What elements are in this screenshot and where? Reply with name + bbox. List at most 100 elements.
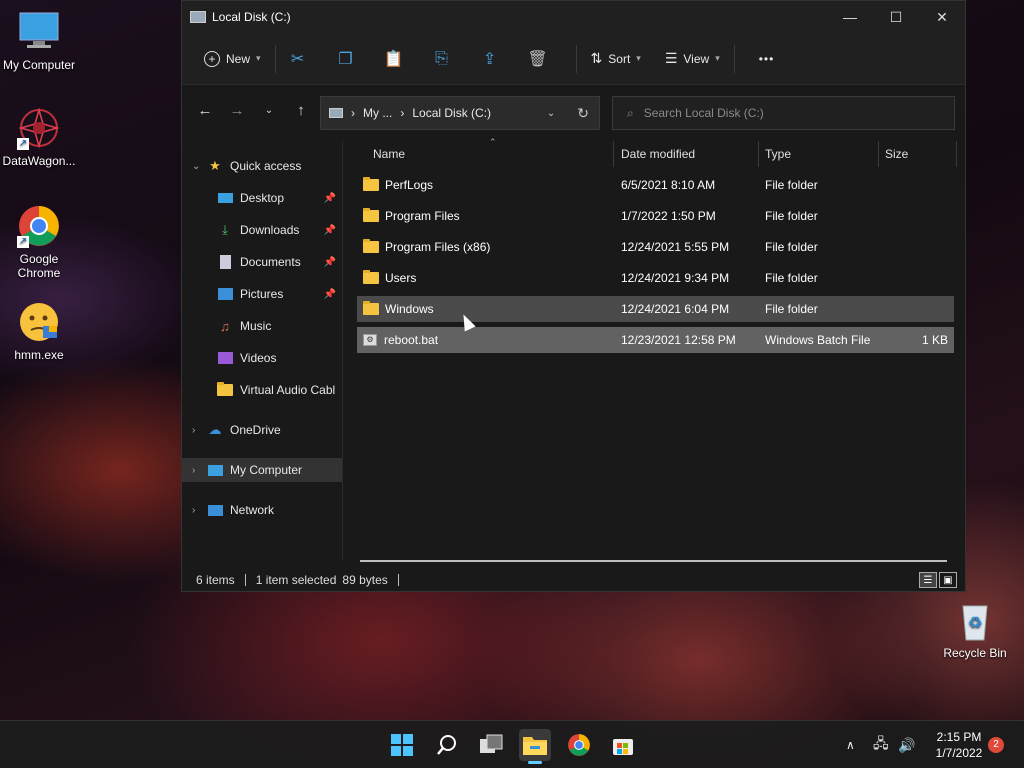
- clock-time: 2:15 PM: [936, 730, 982, 744]
- volume-icon[interactable]: 🔊: [898, 737, 915, 754]
- selection-count: 1 item selected: [255, 573, 337, 587]
- start-button-icon[interactable]: [386, 729, 418, 761]
- clock[interactable]: 2:15 PM 1/7/2022: [924, 729, 994, 761]
- sidebar-item-label: My Computer: [230, 463, 303, 477]
- file-explorer-taskbar-icon[interactable]: [519, 729, 551, 764]
- column-header-date-modified[interactable]: Date modified: [614, 141, 759, 167]
- file-row-windows[interactable]: Windows 12/24/2021 6:04 PM File folder: [357, 296, 954, 322]
- more-options-button[interactable]: •••: [751, 43, 783, 75]
- sidebar-item-label: Desktop: [240, 191, 285, 205]
- file-row-program-files-x86[interactable]: Program Files (x86) 12/24/2021 5:55 PM F…: [357, 234, 954, 260]
- chrome-taskbar-icon[interactable]: [563, 729, 595, 761]
- new-button[interactable]: + New ▾: [196, 43, 269, 75]
- task-view-icon[interactable]: [475, 729, 507, 761]
- close-button[interactable]: ✕: [919, 1, 965, 33]
- desktop-icon-label: DataWagon...: [2, 154, 76, 168]
- sidebar-item-downloads[interactable]: ⤓ Downloads 📌: [182, 218, 342, 242]
- sidebar-item-label: Quick access: [230, 159, 302, 173]
- show-hidden-icons-chevron-icon[interactable]: ∧: [846, 738, 855, 752]
- chevron-right-icon[interactable]: ›: [192, 465, 206, 476]
- file-row-users[interactable]: Users 12/24/2021 9:34 PM File folder: [357, 265, 954, 291]
- desktop-icon-label: Google Chrome: [17, 252, 61, 280]
- column-header-name[interactable]: Name: [357, 141, 614, 167]
- delete-icon[interactable]: 🗑: [522, 43, 554, 75]
- search-box[interactable]: ⌕ Search Local Disk (C:): [612, 96, 955, 130]
- sidebar-item-documents[interactable]: Documents 📌: [182, 250, 342, 274]
- sidebar-item-music[interactable]: ♫ Music: [182, 314, 342, 338]
- view-label: View: [683, 51, 710, 66]
- search-icon[interactable]: [431, 729, 463, 761]
- pin-icon[interactable]: 📌: [324, 225, 336, 236]
- column-header-size[interactable]: Size: [879, 141, 957, 167]
- folder-icon: [363, 301, 379, 315]
- file-row-program-files[interactable]: Program Files 1/7/2022 1:50 PM File fold…: [357, 203, 954, 229]
- view-button[interactable]: ☰ View ▾: [657, 43, 728, 75]
- sidebar-item-label: Pictures: [240, 287, 284, 301]
- download-icon: ⤓: [222, 222, 228, 237]
- store-taskbar-icon[interactable]: [607, 729, 639, 761]
- address-bar[interactable]: › My ... › Local Disk (C:) ⌄ ↻: [320, 96, 600, 130]
- file-row-perflogs[interactable]: PerfLogs 6/5/2021 8:10 AM File folder: [357, 172, 954, 198]
- sidebar-item-network[interactable]: › Network: [182, 498, 342, 522]
- chevron-down-icon: ▾: [256, 53, 261, 63]
- pin-icon[interactable]: 📌: [324, 257, 336, 268]
- network-tray-icon[interactable]: 🖧: [873, 733, 889, 757]
- datawagon-icon: ↗: [17, 106, 61, 150]
- sidebar-item-videos[interactable]: Videos: [182, 346, 342, 370]
- plus-circle-icon: +: [204, 50, 220, 67]
- address-dropdown-icon[interactable]: ⌄: [547, 108, 555, 119]
- search-placeholder: Search Local Disk (C:): [643, 106, 764, 120]
- sort-label: Sort: [608, 51, 631, 66]
- share-icon[interactable]: ⇪: [474, 43, 506, 75]
- chevron-down-icon: ▾: [636, 53, 641, 63]
- recent-locations-chevron-icon[interactable]: ⌄: [256, 97, 282, 123]
- folder-icon: [363, 177, 379, 191]
- sort-button[interactable]: ⇅ Sort ▾: [583, 43, 649, 75]
- paste-icon[interactable]: 📋: [378, 43, 410, 75]
- chevron-right-icon[interactable]: ›: [192, 505, 206, 516]
- details-view-icon[interactable]: ☰: [919, 572, 937, 588]
- chevron-down-icon[interactable]: ⌄: [192, 161, 206, 172]
- notification-badge[interactable]: 2: [988, 737, 1004, 753]
- file-type: File folder: [765, 302, 818, 316]
- drive-icon: [190, 11, 206, 23]
- pin-icon[interactable]: 📌: [324, 193, 336, 204]
- back-arrow-icon[interactable]: ←: [192, 97, 218, 123]
- sidebar-item-desktop[interactable]: Desktop 📌: [182, 186, 342, 210]
- horizontal-scrollbar[interactable]: [360, 560, 947, 562]
- column-header-type[interactable]: Type: [759, 141, 879, 167]
- sidebar-item-virtual-audio-cable[interactable]: Virtual Audio Cabl: [182, 378, 342, 402]
- desktop-icon: [216, 190, 234, 206]
- pane-splitter[interactable]: [342, 141, 343, 561]
- cut-icon[interactable]: ✂: [282, 43, 314, 75]
- sidebar-item-onedrive[interactable]: › ☁ OneDrive: [182, 418, 342, 442]
- desktop-icon-hmm[interactable]: hmm.exe: [0, 300, 78, 362]
- breadcrumb-my-computer[interactable]: My ...: [363, 106, 392, 120]
- file-date: 6/5/2021 8:10 AM: [621, 178, 716, 192]
- refresh-icon[interactable]: ↻: [577, 105, 589, 122]
- chevron-right-icon[interactable]: ›: [192, 425, 206, 436]
- breadcrumb-local-disk[interactable]: Local Disk (C:): [412, 106, 491, 120]
- pictures-icon: [216, 286, 234, 302]
- breadcrumb-separator-icon: ›: [400, 106, 405, 120]
- minimize-button[interactable]: —: [827, 1, 873, 33]
- folder-icon: [363, 270, 379, 284]
- desktop-icon-recycle-bin[interactable]: ♻ Recycle Bin: [936, 598, 1014, 660]
- desktop-icon-datawagon[interactable]: ↗ DataWagon...: [0, 106, 78, 168]
- file-row-reboot-bat[interactable]: ⚙ reboot.bat 12/23/2021 12:58 PM Windows …: [357, 327, 954, 353]
- maximize-button[interactable]: ☐: [873, 1, 919, 33]
- large-icons-view-icon[interactable]: ▣: [939, 572, 957, 588]
- sidebar-item-pictures[interactable]: Pictures 📌: [182, 282, 342, 306]
- sidebar-item-label: OneDrive: [230, 423, 281, 437]
- shortcut-arrow-icon: ↗: [17, 138, 29, 150]
- copy-icon[interactable]: ❐: [330, 43, 362, 75]
- rename-icon[interactable]: ⎘: [426, 43, 458, 75]
- desktop-icon-my-computer[interactable]: My Computer: [0, 10, 78, 72]
- sidebar-item-quick-access[interactable]: ⌄ ★ Quick access: [182, 154, 342, 178]
- pin-icon[interactable]: 📌: [324, 289, 336, 300]
- forward-arrow-icon[interactable]: →: [224, 97, 250, 123]
- up-arrow-icon[interactable]: ↑: [288, 97, 314, 123]
- desktop-icon-chrome[interactable]: ↗ Google Chrome: [0, 204, 78, 280]
- title-bar[interactable]: Local Disk (C:) — ☐ ✕: [182, 1, 965, 33]
- sidebar-item-my-computer[interactable]: › My Computer: [182, 458, 342, 482]
